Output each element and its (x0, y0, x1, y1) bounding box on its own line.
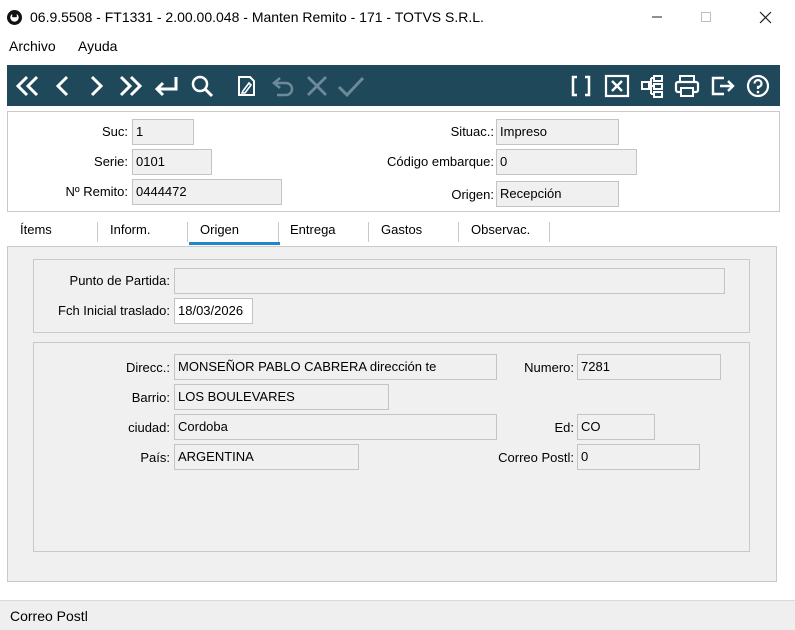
close-box-icon (604, 74, 629, 97)
first-record-icon (15, 75, 38, 96)
help-button[interactable] (742, 70, 773, 101)
numero-label: Numero: (524, 360, 574, 375)
fecha-inicial-label: Fch Inicial traslado: (58, 303, 170, 318)
tab-content-origen: Punto de Partida: Fch Inicial traslado: … (7, 246, 777, 582)
tab-bar: Ítems Inform. Origen Entrega Gastos Obse… (7, 218, 777, 248)
direccion-label: Direcc.: (125, 360, 170, 375)
pais-field[interactable]: ARGENTINA (174, 444, 359, 470)
origen-field[interactable]: Recepción (496, 181, 619, 207)
last-record-icon (119, 75, 142, 96)
cancel-button[interactable] (301, 70, 332, 101)
undo-icon (271, 76, 293, 96)
tab-entrega[interactable]: Entrega (290, 222, 336, 237)
active-tab-indicator (189, 242, 280, 245)
confirm-icon (337, 76, 364, 97)
header-panel: Suc: 1 Serie: 0101 Nº Remito: 0444472 Si… (7, 111, 780, 212)
maximize-icon (701, 12, 711, 22)
first-record-button[interactable] (12, 70, 43, 101)
situacion-label: Situac.: (450, 124, 494, 139)
codigo-embarque-label: Código embarque: (387, 154, 494, 169)
search-button[interactable] (186, 70, 217, 101)
tab-separator (97, 222, 98, 242)
situacion-field[interactable]: Impreso (496, 119, 619, 145)
tab-separator (278, 222, 279, 242)
close-icon (759, 11, 771, 23)
menu-archivo[interactable]: Archivo (9, 38, 56, 54)
print-button[interactable] (671, 70, 702, 101)
undo-button[interactable] (266, 70, 297, 101)
ed-label: Ed: (554, 420, 574, 435)
tab-separator (458, 222, 459, 242)
menu-bar: Archivo Ayuda (0, 34, 795, 58)
barrio-label: Barrio: (131, 390, 170, 405)
status-text: Correo Postl (10, 608, 88, 624)
toolbar (7, 65, 780, 106)
previous-record-button[interactable] (47, 70, 78, 101)
direccion-field[interactable]: MONSEÑOR PABLO CABRERA dirección te (174, 354, 497, 380)
correo-postal-field[interactable]: 0 (577, 444, 700, 470)
next-record-button[interactable] (80, 70, 111, 101)
serie-field[interactable]: 0101 (132, 149, 212, 175)
maximize-button[interactable] (683, 0, 729, 34)
return-button[interactable] (150, 70, 181, 101)
next-record-icon (90, 75, 103, 96)
fecha-inicial-field[interactable]: 18/03/2026 (174, 298, 253, 324)
punto-partida-label: Punto de Partida: (69, 273, 170, 288)
cancel-icon (306, 75, 327, 96)
minimize-icon (652, 16, 662, 18)
minimize-button[interactable] (634, 0, 680, 34)
app-icon (7, 10, 22, 25)
brackets-button[interactable] (565, 70, 596, 101)
origen-label: Origen: (451, 187, 494, 202)
tree-icon (640, 74, 663, 98)
punto-partida-field[interactable] (174, 268, 725, 294)
correo-postal-label: Correo Postl: (498, 450, 574, 465)
tab-separator (187, 222, 188, 242)
direccion-group: Direcc.: MONSEÑOR PABLO CABRERA direcció… (33, 342, 750, 552)
barrio-field[interactable]: LOS BOULEVARES (174, 384, 389, 410)
close-box-button[interactable] (601, 70, 632, 101)
edit-button[interactable] (231, 70, 262, 101)
numero-field[interactable]: 7281 (577, 354, 721, 380)
confirm-button[interactable] (335, 70, 366, 101)
close-button[interactable] (742, 0, 788, 34)
return-icon (154, 76, 177, 96)
serie-label: Serie: (94, 154, 128, 169)
tab-separator (368, 222, 369, 242)
previous-record-icon (55, 75, 68, 96)
last-record-button[interactable] (114, 70, 145, 101)
tab-observac[interactable]: Observac. (471, 222, 530, 237)
title-bar: 06.9.5508 - FT1331 - 2.00.00.048 - Mante… (0, 0, 795, 34)
tab-origen[interactable]: Origen (200, 222, 239, 237)
tab-gastos[interactable]: Gastos (381, 222, 422, 237)
pais-label: País: (140, 450, 170, 465)
punto-partida-group: Punto de Partida: Fch Inicial traslado: … (33, 259, 750, 333)
print-icon (674, 74, 699, 97)
brackets-icon (571, 75, 590, 96)
tree-button[interactable] (636, 70, 667, 101)
status-bar: Correo Postl (0, 600, 795, 630)
remito-number-label: Nº Remito: (65, 184, 128, 199)
tab-separator (549, 222, 550, 242)
tab-inform[interactable]: Inform. (110, 222, 150, 237)
suc-label: Suc: (101, 124, 128, 139)
exit-button[interactable] (707, 70, 738, 101)
menu-ayuda[interactable]: Ayuda (78, 38, 117, 54)
search-icon (191, 75, 213, 97)
help-icon (746, 74, 769, 97)
suc-field[interactable]: 1 (132, 119, 194, 145)
tab-items[interactable]: Ítems (20, 222, 52, 237)
ed-field[interactable]: CO (577, 414, 655, 440)
codigo-embarque-field[interactable]: 0 (496, 149, 637, 175)
exit-icon (711, 76, 735, 95)
window-title: 06.9.5508 - FT1331 - 2.00.00.048 - Mante… (30, 9, 484, 25)
ciudad-field[interactable]: Cordoba (174, 414, 497, 440)
edit-icon (237, 75, 255, 96)
ciudad-label: ciudad: (128, 420, 170, 435)
remito-number-field[interactable]: 0444472 (132, 179, 282, 205)
